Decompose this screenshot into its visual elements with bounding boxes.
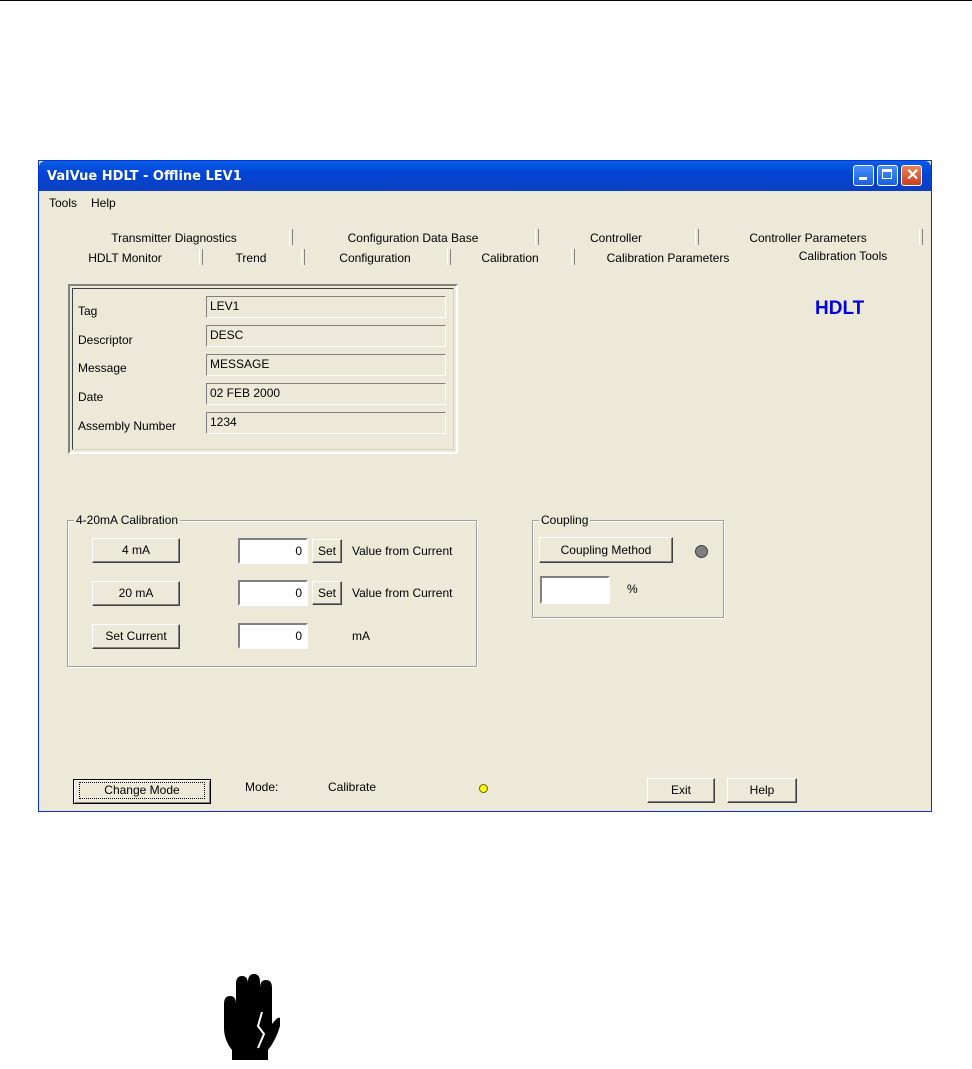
date-label: Date (78, 390, 104, 404)
message-field: MESSAGE (206, 354, 446, 376)
page-top-rule (0, 0, 972, 1)
message-value: MESSAGE (210, 357, 270, 371)
coupling-method-button[interactable]: Coupling Method (539, 537, 673, 563)
coupling-status-led (695, 545, 708, 558)
4ma-value-from-current-label: Value from Current (352, 544, 453, 558)
calibration-group-legend: 4-20mA Calibration (74, 513, 181, 527)
hand-stop-icon (224, 974, 280, 1060)
tab-configuration[interactable]: Configuration (303, 249, 447, 267)
status-bar: Change Mode Mode: Calibrate Exit Help (39, 773, 931, 809)
mode-value: Calibrate (328, 780, 377, 794)
menu-bar: Tools Help (39, 191, 931, 211)
calibration-tools-panel: HDLT Tag LEV1 Descriptor DESC Message ME… (51, 266, 919, 766)
20ma-value-from-current-label: Value from Current (352, 586, 453, 600)
window-title: ValVue HDLT - Offline LEV1 (47, 169, 242, 184)
brand-logo-text: HDLT (815, 298, 865, 319)
20ma-button[interactable]: 20 mA (92, 581, 180, 606)
tag-label: Tag (78, 304, 98, 318)
set-current-button[interactable]: Set Current (92, 624, 180, 649)
menu-help[interactable]: Help (91, 196, 116, 210)
coupling-group-legend: Coupling (539, 513, 591, 527)
tag-value: LEV1 (210, 299, 240, 313)
maximize-button[interactable] (877, 165, 898, 186)
calibration-group: 4-20mA Calibration 4 mA 0 Set Value from… (67, 513, 477, 667)
close-button[interactable]: ✕ (901, 165, 922, 186)
tab-separator (919, 229, 923, 245)
tab-controller[interactable]: Controller (537, 229, 695, 247)
assembly-number-label: Assembly Number (78, 419, 177, 433)
coupling-group: Coupling Coupling Method % (532, 513, 724, 618)
descriptor-value: DESC (210, 328, 244, 342)
device-info-box: Tag LEV1 Descriptor DESC Message MESSAGE… (68, 284, 458, 454)
minimize-button[interactable] (853, 165, 874, 186)
maximize-icon (882, 169, 892, 179)
change-mode-label: Change Mode (79, 782, 205, 799)
title-bar[interactable]: ValVue HDLT - Offline LEV1 ✕ (39, 161, 931, 191)
tab-row-front: HDLT Monitor Trend Configuration Calibra… (39, 249, 931, 267)
tab-calibration-parameters[interactable]: Calibration Parameters (573, 249, 763, 267)
mode-label: Mode: (245, 780, 279, 794)
4ma-value-input[interactable]: 0 (238, 538, 308, 564)
date-value: 02 FEB 2000 (210, 386, 281, 400)
close-icon: ✕ (906, 167, 920, 184)
tag-field: LEV1 (206, 296, 446, 318)
help-button[interactable]: Help (727, 778, 797, 803)
set-20ma-button[interactable]: Set (312, 581, 342, 605)
tab-row-back: Transmitter Diagnostics Configuration Da… (39, 229, 931, 247)
current-unit-label: mA (352, 629, 370, 643)
tab-hdlt-monitor[interactable]: HDLT Monitor (51, 249, 199, 267)
exit-button[interactable]: Exit (647, 778, 715, 803)
tab-controller-parameters[interactable]: Controller Parameters (697, 229, 919, 247)
mode-status-led (479, 784, 488, 793)
tab-configuration-data-base[interactable]: Configuration Data Base (291, 229, 535, 247)
4ma-button[interactable]: 4 mA (92, 538, 180, 563)
coupling-percent-input[interactable] (540, 576, 610, 604)
current-value-input[interactable]: 0 (238, 623, 308, 649)
set-4ma-button[interactable]: Set (312, 539, 342, 563)
tab-transmitter-diagnostics[interactable]: Transmitter Diagnostics (59, 229, 289, 247)
date-field: 02 FEB 2000 (206, 383, 446, 405)
app-window: ValVue HDLT - Offline LEV1 ✕ Tools Help … (38, 160, 932, 812)
minimize-icon (859, 177, 867, 180)
message-label: Message (78, 361, 127, 375)
tab-trend[interactable]: Trend (201, 249, 301, 267)
20ma-value-input[interactable]: 0 (238, 580, 308, 606)
menu-tools[interactable]: Tools (49, 196, 77, 210)
tab-calibration-tools[interactable]: Calibration Tools (765, 247, 921, 265)
tab-calibration[interactable]: Calibration (449, 249, 571, 267)
assembly-number-field: 1234 (206, 412, 446, 434)
coupling-percent-unit: % (627, 582, 638, 596)
assembly-number-value: 1234 (210, 415, 237, 429)
change-mode-button[interactable]: Change Mode (73, 779, 211, 804)
descriptor-label: Descriptor (78, 333, 133, 347)
descriptor-field: DESC (206, 325, 446, 347)
